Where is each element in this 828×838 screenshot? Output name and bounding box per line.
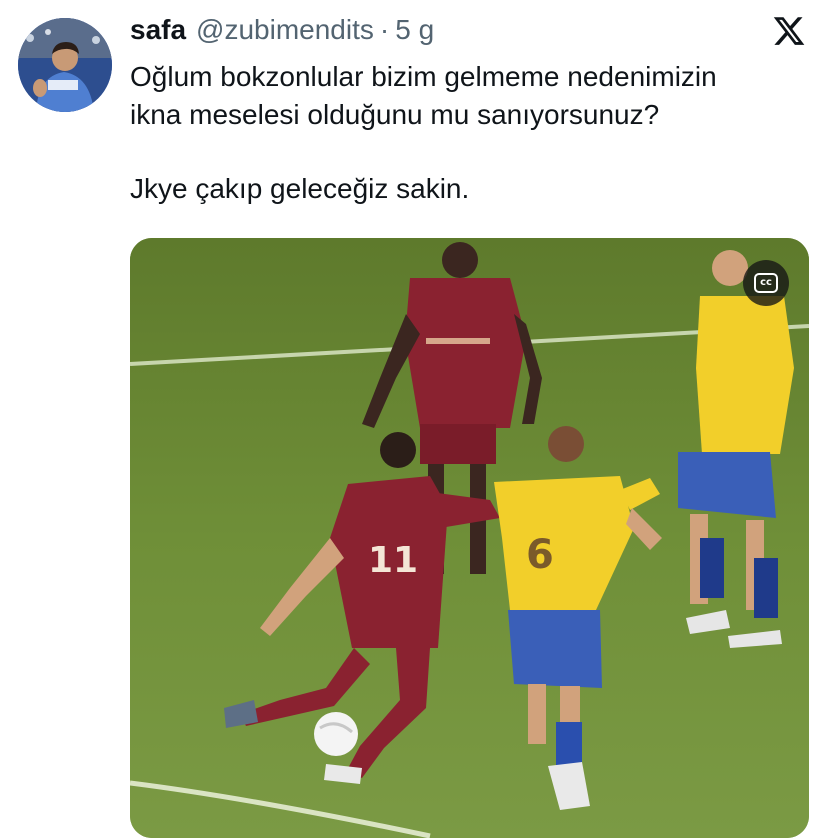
author-handle[interactable]: @zubimendits bbox=[196, 14, 374, 46]
author-name[interactable]: safa bbox=[130, 14, 186, 46]
video-frame: 11 6 bbox=[130, 238, 809, 838]
jersey-number-11: 11 bbox=[368, 540, 418, 581]
closed-captions-icon[interactable]: cc bbox=[743, 260, 789, 306]
tweet-text: Oğlum bokzonlular bizim gelmeme nedenimi… bbox=[130, 58, 820, 208]
cc-label: cc bbox=[754, 273, 778, 293]
x-logo-icon bbox=[773, 17, 805, 45]
jersey-number-6: 6 bbox=[526, 532, 554, 578]
separator-dot: · bbox=[379, 14, 390, 45]
video-player[interactable]: 11 6 cc bbox=[130, 238, 809, 838]
avatar-image bbox=[18, 18, 112, 112]
avatar[interactable] bbox=[18, 18, 112, 112]
tweet-text-line: ikna meselesi olduğunu mu sanıyorsunuz? bbox=[130, 99, 660, 130]
tweet-header: safa @zubimendits · 5 g bbox=[130, 14, 434, 54]
tweet-text-line: Oğlum bokzonlular bizim gelmeme nedenimi… bbox=[130, 61, 717, 92]
tweet-card[interactable]: safa @zubimendits · 5 g Oğlum bokzonlula… bbox=[0, 0, 828, 838]
timestamp[interactable]: 5 g bbox=[395, 14, 434, 46]
tweet-text-line: Jkye çakıp geleceğiz sakin. bbox=[130, 173, 470, 204]
